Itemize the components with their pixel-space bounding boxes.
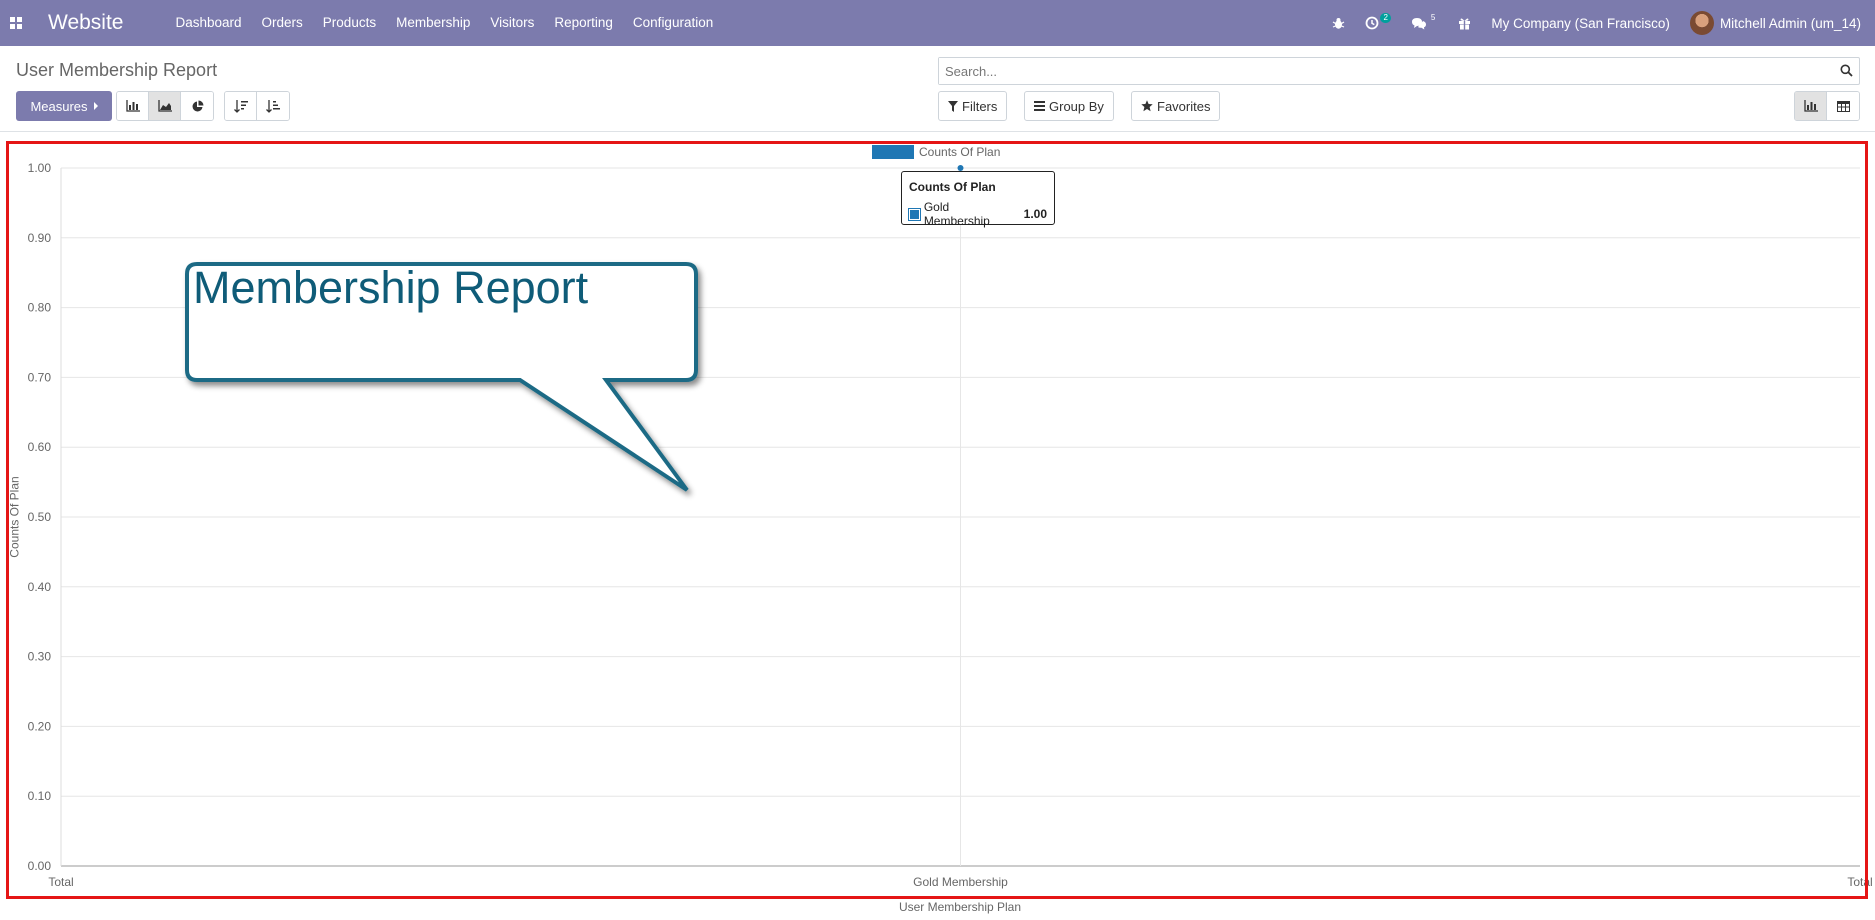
tooltip-label: Gold Membership <box>923 200 990 228</box>
highlight-frame <box>6 141 1868 899</box>
tooltip-title: Counts Of Plan <box>909 180 996 194</box>
tooltip-value: 1.00 <box>1023 207 1047 221</box>
tooltip-swatch <box>908 207 921 221</box>
chart-tooltip: Counts Of Plan Gold Membership 1.00 <box>901 171 1055 228</box>
tooltip-row: Gold Membership 1.00 <box>908 200 1047 228</box>
